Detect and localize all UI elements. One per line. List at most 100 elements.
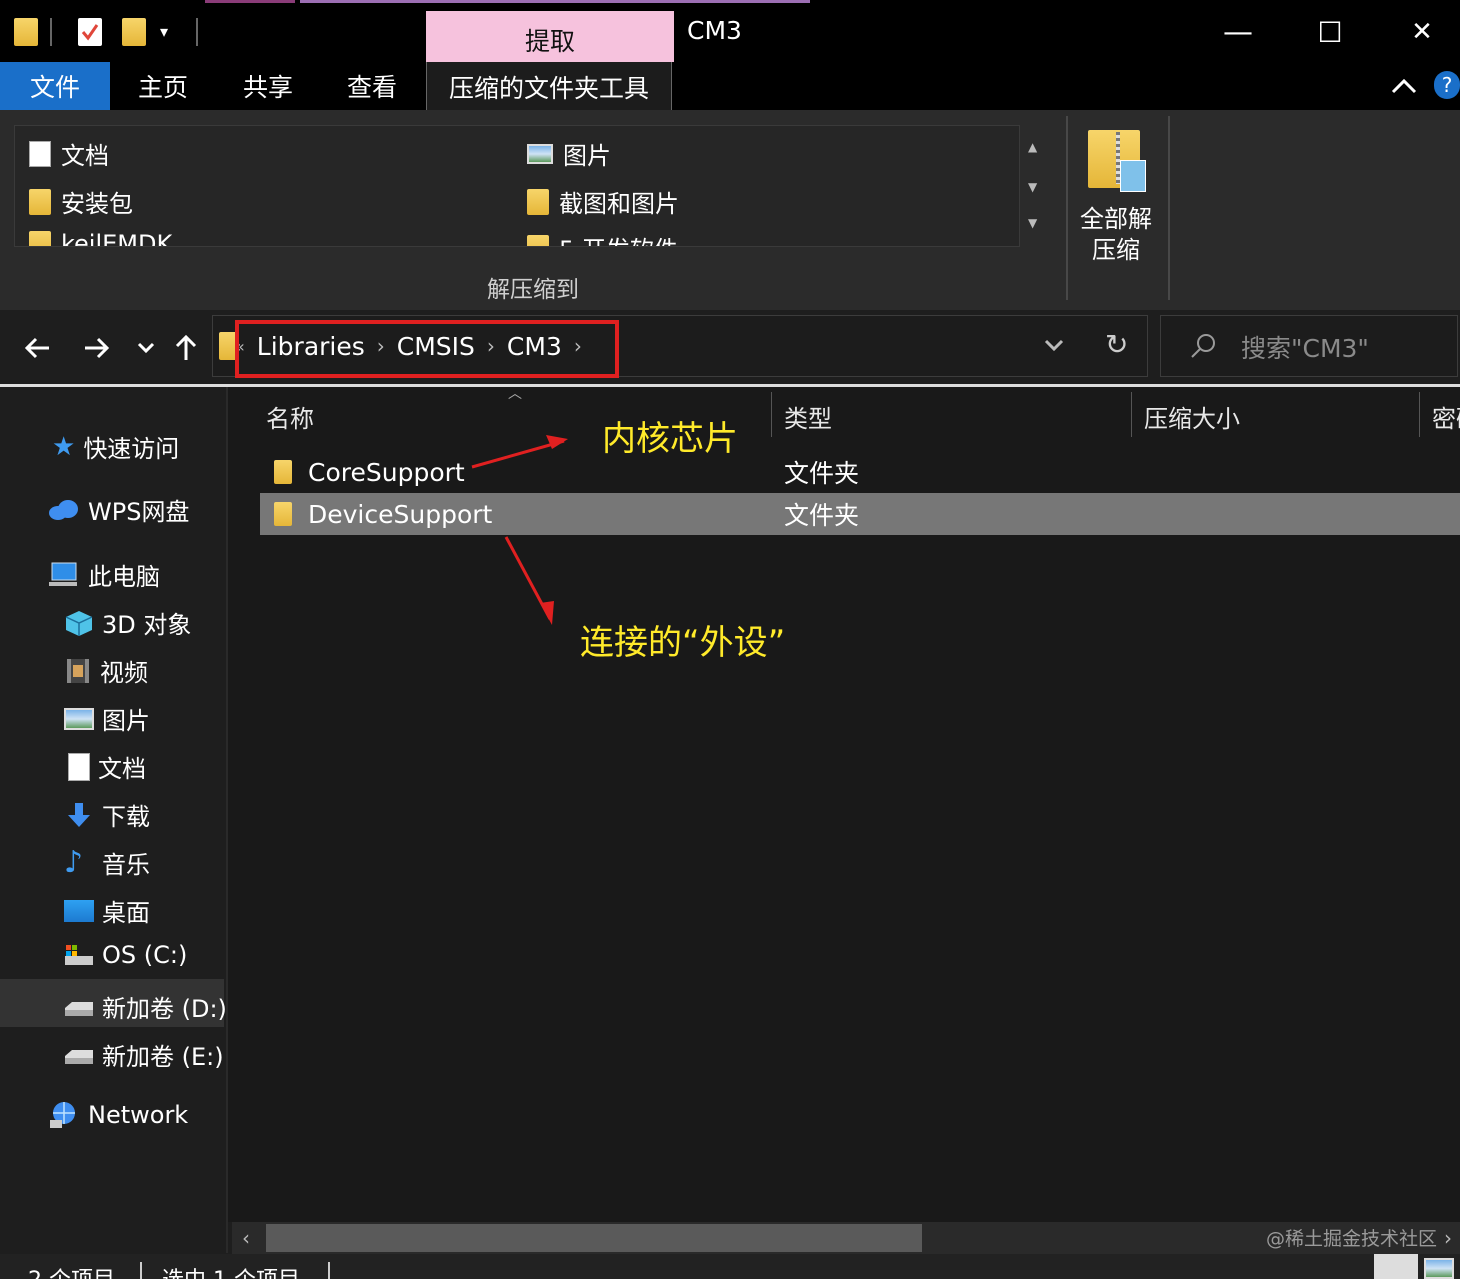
nav-quick-access[interactable]: ★ 快速访问: [52, 429, 179, 464]
nav-drive-d[interactable]: 新加卷 (D:): [64, 989, 227, 1024]
customize-quick-access-icon[interactable]: ▾: [160, 22, 168, 41]
tab-share[interactable]: 共享: [216, 62, 320, 110]
picture-icon: [64, 707, 94, 730]
address-history-dropdown[interactable]: [1043, 334, 1065, 360]
star-icon: ★: [52, 431, 76, 462]
gallery-scroll[interactable]: ▲ ▼ ▼: [1022, 130, 1044, 240]
tab-compressed-folder-tools[interactable]: 压缩的文件夹工具: [426, 62, 672, 111]
system-drive-icon: [65, 945, 93, 965]
nav-wps-drive[interactable]: WPS网盘: [48, 492, 189, 527]
nav-drive-c[interactable]: OS (C:): [64, 941, 187, 969]
breadcrumb-highlight-annotation: [235, 320, 619, 378]
nav-3d-objects[interactable]: 3D 对象: [64, 605, 191, 640]
nav-videos[interactable]: 视频: [64, 653, 148, 688]
music-note-icon: ♪: [64, 845, 84, 880]
tab-home[interactable]: 主页: [110, 62, 216, 110]
properties-icon[interactable]: [78, 18, 102, 46]
nav-label: OS (C:): [102, 941, 188, 969]
gallery-item-screenshots[interactable]: 截图和图片: [527, 184, 679, 219]
ribbon-panel: 文档 图片 安装包 截图和图片 keilEMDK 5 开发软件 ▲ ▼ ▼: [0, 110, 1460, 310]
arrow-left-icon: [24, 337, 49, 359]
minimize-button[interactable]: —: [1218, 14, 1258, 50]
scroll-up-icon[interactable]: ▲: [1028, 140, 1037, 154]
nav-label: 音乐: [102, 851, 150, 879]
network-icon: [50, 1102, 75, 1128]
nav-label: 桌面: [102, 899, 150, 927]
nav-label: 快速访问: [83, 435, 180, 463]
tab-view[interactable]: 查看: [320, 62, 424, 110]
file-list: ︿ 名称 类型 压缩大小 密码 CoreSupport 文件夹 DeviceSu…: [228, 386, 1460, 1222]
gallery-item-keil[interactable]: keilEMDK: [29, 230, 173, 247]
annotation-core-chip: 内核芯片: [602, 419, 738, 459]
search-placeholder: 搜索"CM3": [1241, 334, 1369, 363]
extract-to-gallery: 文档 图片 安装包 截图和图片 keilEMDK 5 开发软件: [14, 125, 1020, 247]
folder-icon: [29, 231, 51, 246]
nav-pictures[interactable]: 图片: [64, 701, 150, 736]
arrow-up-icon: [175, 334, 197, 360]
new-folder-icon[interactable]: [122, 18, 146, 46]
forward-button[interactable]: [78, 328, 114, 368]
nav-downloads[interactable]: 下载: [64, 797, 150, 832]
status-item-count: 2 个项目: [28, 1262, 115, 1279]
up-button[interactable]: [168, 328, 204, 368]
gallery-item-install-packages[interactable]: 安装包: [29, 184, 133, 219]
nav-documents[interactable]: 文档: [64, 749, 146, 784]
window-title: CM3: [687, 16, 742, 45]
arrow-right-icon: [85, 337, 110, 359]
chevron-down-icon: [1044, 339, 1064, 352]
gallery-item-label: keilEMDK: [61, 230, 173, 247]
divider: [1066, 116, 1068, 300]
nav-network[interactable]: Network: [48, 1100, 188, 1130]
nav-label: 新加卷 (D:): [102, 995, 227, 1023]
video-icon: [67, 658, 89, 683]
drive-icon: [65, 1049, 93, 1064]
gallery-item-documents[interactable]: 文档: [29, 136, 109, 171]
document-icon: [29, 140, 51, 167]
nav-label: 3D 对象: [102, 611, 192, 639]
folder-icon[interactable]: [14, 18, 38, 46]
title-bar: ▾ 提取 CM3 — ☐ ✕: [0, 0, 1460, 62]
nav-music[interactable]: ♪ 音乐: [64, 845, 150, 880]
details-view-button[interactable]: [1374, 1254, 1418, 1279]
nav-label: 文档: [98, 755, 146, 783]
nav-label: 新加卷 (E:): [102, 1043, 224, 1071]
divider: [1168, 116, 1170, 300]
cloud-icon: [49, 499, 78, 520]
gallery-item-label: 安装包: [61, 190, 133, 218]
navigation-pane: ★ 快速访问 WPS网盘 此电脑 3D 对象 视频 图片 文档 下载 ♪ 音乐 …: [0, 387, 228, 1253]
gallery-item-dev-software[interactable]: 5 开发软件: [527, 230, 678, 246]
gallery-item-pictures[interactable]: 图片: [527, 136, 611, 171]
nav-drive-e[interactable]: 新加卷 (E:): [64, 1037, 224, 1072]
divider: [50, 18, 52, 46]
divider: [140, 1262, 142, 1279]
folder-icon: [29, 188, 51, 215]
collapse-ribbon-icon[interactable]: [1390, 72, 1418, 106]
extract-all-button[interactable]: 全部解 压缩: [1070, 122, 1162, 282]
scroll-right-icon[interactable]: ›: [1444, 1226, 1452, 1250]
scroll-down-icon[interactable]: ▼: [1028, 180, 1037, 194]
help-icon[interactable]: ?: [1434, 71, 1460, 99]
scroll-left-icon[interactable]: ‹: [242, 1226, 250, 1250]
search-input[interactable]: 搜索"CM3": [1160, 315, 1458, 377]
refresh-icon[interactable]: ↻: [1105, 328, 1128, 361]
tab-file[interactable]: 文件: [0, 62, 110, 110]
download-icon: [68, 802, 90, 827]
divider: [196, 18, 198, 46]
nav-this-pc[interactable]: 此电脑: [48, 557, 160, 592]
gallery-expand-icon[interactable]: ▼: [1028, 216, 1037, 230]
group-label-extract-to: 解压缩到: [487, 277, 579, 303]
scrollbar-thumb[interactable]: [266, 1224, 922, 1252]
back-button[interactable]: [20, 328, 56, 368]
gallery-item-label: 5 开发软件: [559, 230, 678, 246]
context-tab-extract[interactable]: 提取: [426, 11, 674, 62]
recent-locations-button[interactable]: [128, 328, 164, 368]
annotation-arrows: [471, 435, 568, 625]
close-button[interactable]: ✕: [1402, 14, 1442, 50]
maximize-button[interactable]: ☐: [1310, 14, 1350, 50]
nav-desktop[interactable]: 桌面: [64, 893, 150, 928]
folder-icon: [527, 234, 549, 246]
large-icons-view-button[interactable]: [1424, 1258, 1454, 1279]
gallery-item-label: 文档: [61, 142, 109, 170]
ribbon-tabs: 文件 主页 共享 查看 压缩的文件夹工具 ?: [0, 62, 1460, 111]
divider: [328, 1262, 330, 1279]
